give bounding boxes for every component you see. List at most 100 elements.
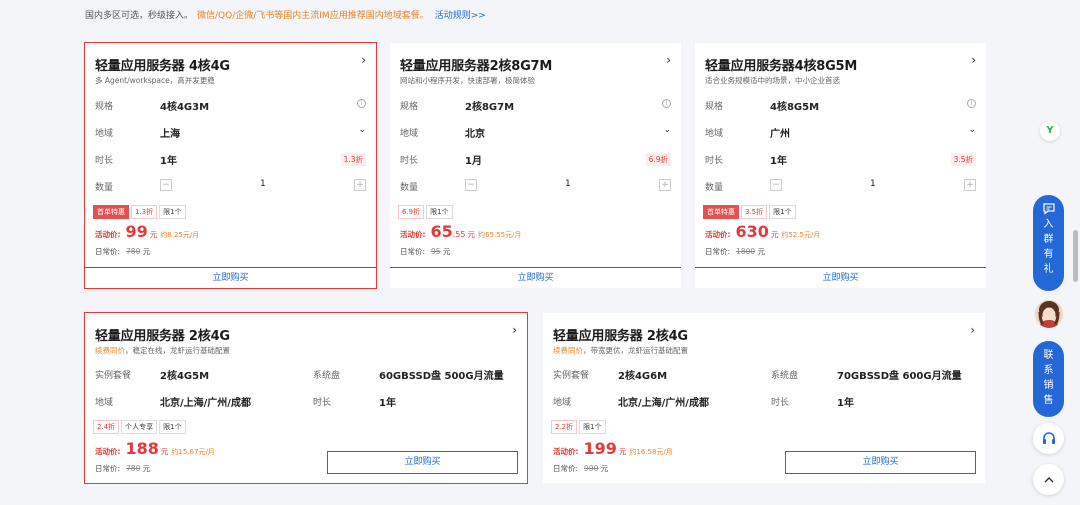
quantity-value[interactable]: 1 [870,179,876,189]
buy-button[interactable]: 立即购买 [785,451,976,474]
price-row: 活动价: 99 元 约8.25元/月 [95,222,199,241]
region-select[interactable]: 上海 [160,125,180,140]
orig-label: 日常价: [95,464,121,473]
chevron-right-icon[interactable]: › [361,53,366,67]
discount-tag: 2.4折 [93,420,120,434]
region-select[interactable]: 北京 [465,125,485,140]
customer-service-button[interactable] [1033,423,1064,454]
monthly-price: 约15.67元/月 [171,448,215,456]
subtitle-text: ，带宽更优，龙虾运行基础配置 [583,346,688,355]
price-unit: 元 [618,447,627,456]
quantity-value[interactable]: 1 [565,179,571,189]
product-card-2c8g[interactable]: 轻量应用服务器2核8G7M › 网站和小程序开发，快速部署，极简体验 规格 2核… [390,43,681,288]
renew-same-price: 续费同价 [553,346,583,355]
disk-label: 系统盘 [771,371,799,381]
duration-select[interactable]: 1月 [465,152,482,167]
region-label: 地域 [95,398,114,408]
price-label: 活动价: [400,230,426,239]
chevron-down-icon[interactable]: ⌄ [968,125,976,135]
product-card-2c4g-6m[interactable]: 轻量应用服务器 2核4G › 续费同价，带宽更优，龙虾运行基础配置 实例套餐 2… [543,313,985,483]
info-icon[interactable]: i [357,99,366,108]
decrement-button[interactable]: − [160,179,172,191]
chevron-right-icon[interactable]: › [971,53,976,67]
orig-label: 日常价: [705,247,731,256]
contact-sales-label: 联系销售 [1043,350,1054,406]
increment-button[interactable]: + [964,179,976,191]
product-card-4c4g[interactable]: 轻量应用服务器 4核4G › 多 Agent/workspace，高并发更稳 规… [84,42,377,289]
duration-select[interactable]: 1年 [160,152,177,167]
duration-label: 时长 [771,398,790,408]
renew-same-price: 续费同价 [95,346,125,355]
tag-group: 首单特惠 3.5折 限1个 [703,205,796,219]
tag-group: 2.2折 限1个 [551,420,606,434]
package-value: 2核4G6M [618,371,668,382]
promo-text: 国内多区可选，秒级接入。 [85,11,194,21]
region-select[interactable]: 广州 [770,125,790,140]
price-value: 65 [430,222,453,241]
orig-value: 780 [126,464,141,473]
card-subtitle: 多 Agent/workspace，高并发更稳 [95,76,215,85]
tag-group: 2.4折 个人专享 限1个 [93,420,186,434]
chevron-right-icon[interactable]: › [666,53,671,67]
price-row: 活动价: 65 .55 元 约65.55元/月 [400,222,521,241]
orig-value: 780 [126,247,141,256]
activity-rules-link[interactable]: 活动规则>> [435,11,486,21]
chevron-right-icon[interactable]: › [512,323,517,337]
card-subtitle: 续费同价，稳定在线，龙虾运行基础配置 [95,345,230,356]
original-price: 日常价: 780 元 [95,463,150,474]
back-to-top-button[interactable] [1033,464,1064,495]
orig-unit: 元 [142,247,151,256]
decrement-button[interactable]: − [770,179,782,191]
orig-label: 日常价: [95,247,121,256]
card-title: 轻量应用服务器2核8G7M [400,59,553,74]
price-value: 188 [125,439,159,458]
duration-label: 时长 [705,156,724,166]
discount-badge: 1.3折 [340,153,366,166]
increment-button[interactable]: + [354,179,366,191]
limit-tag: 限1个 [579,420,606,434]
decrement-button[interactable]: − [465,179,477,191]
region-label: 地域 [95,129,114,139]
chevron-down-icon[interactable]: ⌄ [663,125,671,135]
info-icon[interactable]: i [967,99,976,108]
avatar-portrait-icon [1035,300,1063,328]
promo-highlight: 微信/QQ/企微/飞书等国内主流IM应用推荐国内地域套餐。 [197,11,429,21]
price-label: 活动价: [95,447,121,456]
duration-label: 时长 [95,156,114,166]
duration-value: 1年 [837,398,854,409]
price-unit: 元 [149,230,158,239]
increment-button[interactable]: + [659,179,671,191]
original-price: 日常价: 95 元 [400,246,450,257]
promo-banner: 国内多区可选，秒级接入。 微信/QQ/企微/飞书等国内主流IM应用推荐国内地域套餐… [85,8,486,21]
buy-button[interactable]: 立即购买 [390,267,681,288]
buy-button[interactable]: 立即购买 [85,267,376,288]
price-label: 活动价: [705,230,731,239]
chevron-right-icon[interactable]: › [970,323,975,337]
tag-group: 首单特惠 1.3折 限1个 [93,205,186,219]
price-row: 活动价: 199 元 约16.58元/月 [553,439,673,458]
buy-button[interactable]: 立即购买 [695,267,986,288]
duration-label: 时长 [400,156,419,166]
first-order-tag: 首单特惠 [703,205,739,219]
region-value: 北京/上海/广州/成都 [160,398,251,409]
price-row: 活动价: 630 元 约52.5元/月 [705,222,820,241]
orig-label: 日常价: [553,464,579,473]
personal-tag: 个人专享 [121,420,158,434]
contact-sales-button[interactable]: 联系销售 [1033,341,1064,417]
spec-label: 规格 [400,102,419,112]
quantity-value[interactable]: 1 [260,179,266,189]
product-card-2c4g-5m[interactable]: 轻量应用服务器 2核4G › 续费同价，稳定在线，龙虾运行基础配置 实例套餐 2… [84,312,528,484]
buy-button[interactable]: 立即购买 [327,451,518,474]
price-decimal: .55 [452,230,466,239]
discount-badge: 3.5折 [950,153,976,166]
spec-value: 4核8G5M [770,102,820,113]
join-group-button[interactable]: 入群有礼 [1033,195,1064,291]
orig-unit: 元 [600,464,609,473]
product-card-4c8g[interactable]: 轻量应用服务器4核8G5M › 适合业务规模适中的场景，中小企业首选 规格 4核… [695,43,986,288]
avatar[interactable] [1035,300,1063,328]
scrollbar-thumb[interactable] [1073,230,1078,282]
duration-select[interactable]: 1年 [770,152,787,167]
info-icon[interactable]: i [662,99,671,108]
brand-logo-icon[interactable]: Y [1040,121,1060,141]
chevron-down-icon[interactable]: ⌄ [358,125,366,135]
